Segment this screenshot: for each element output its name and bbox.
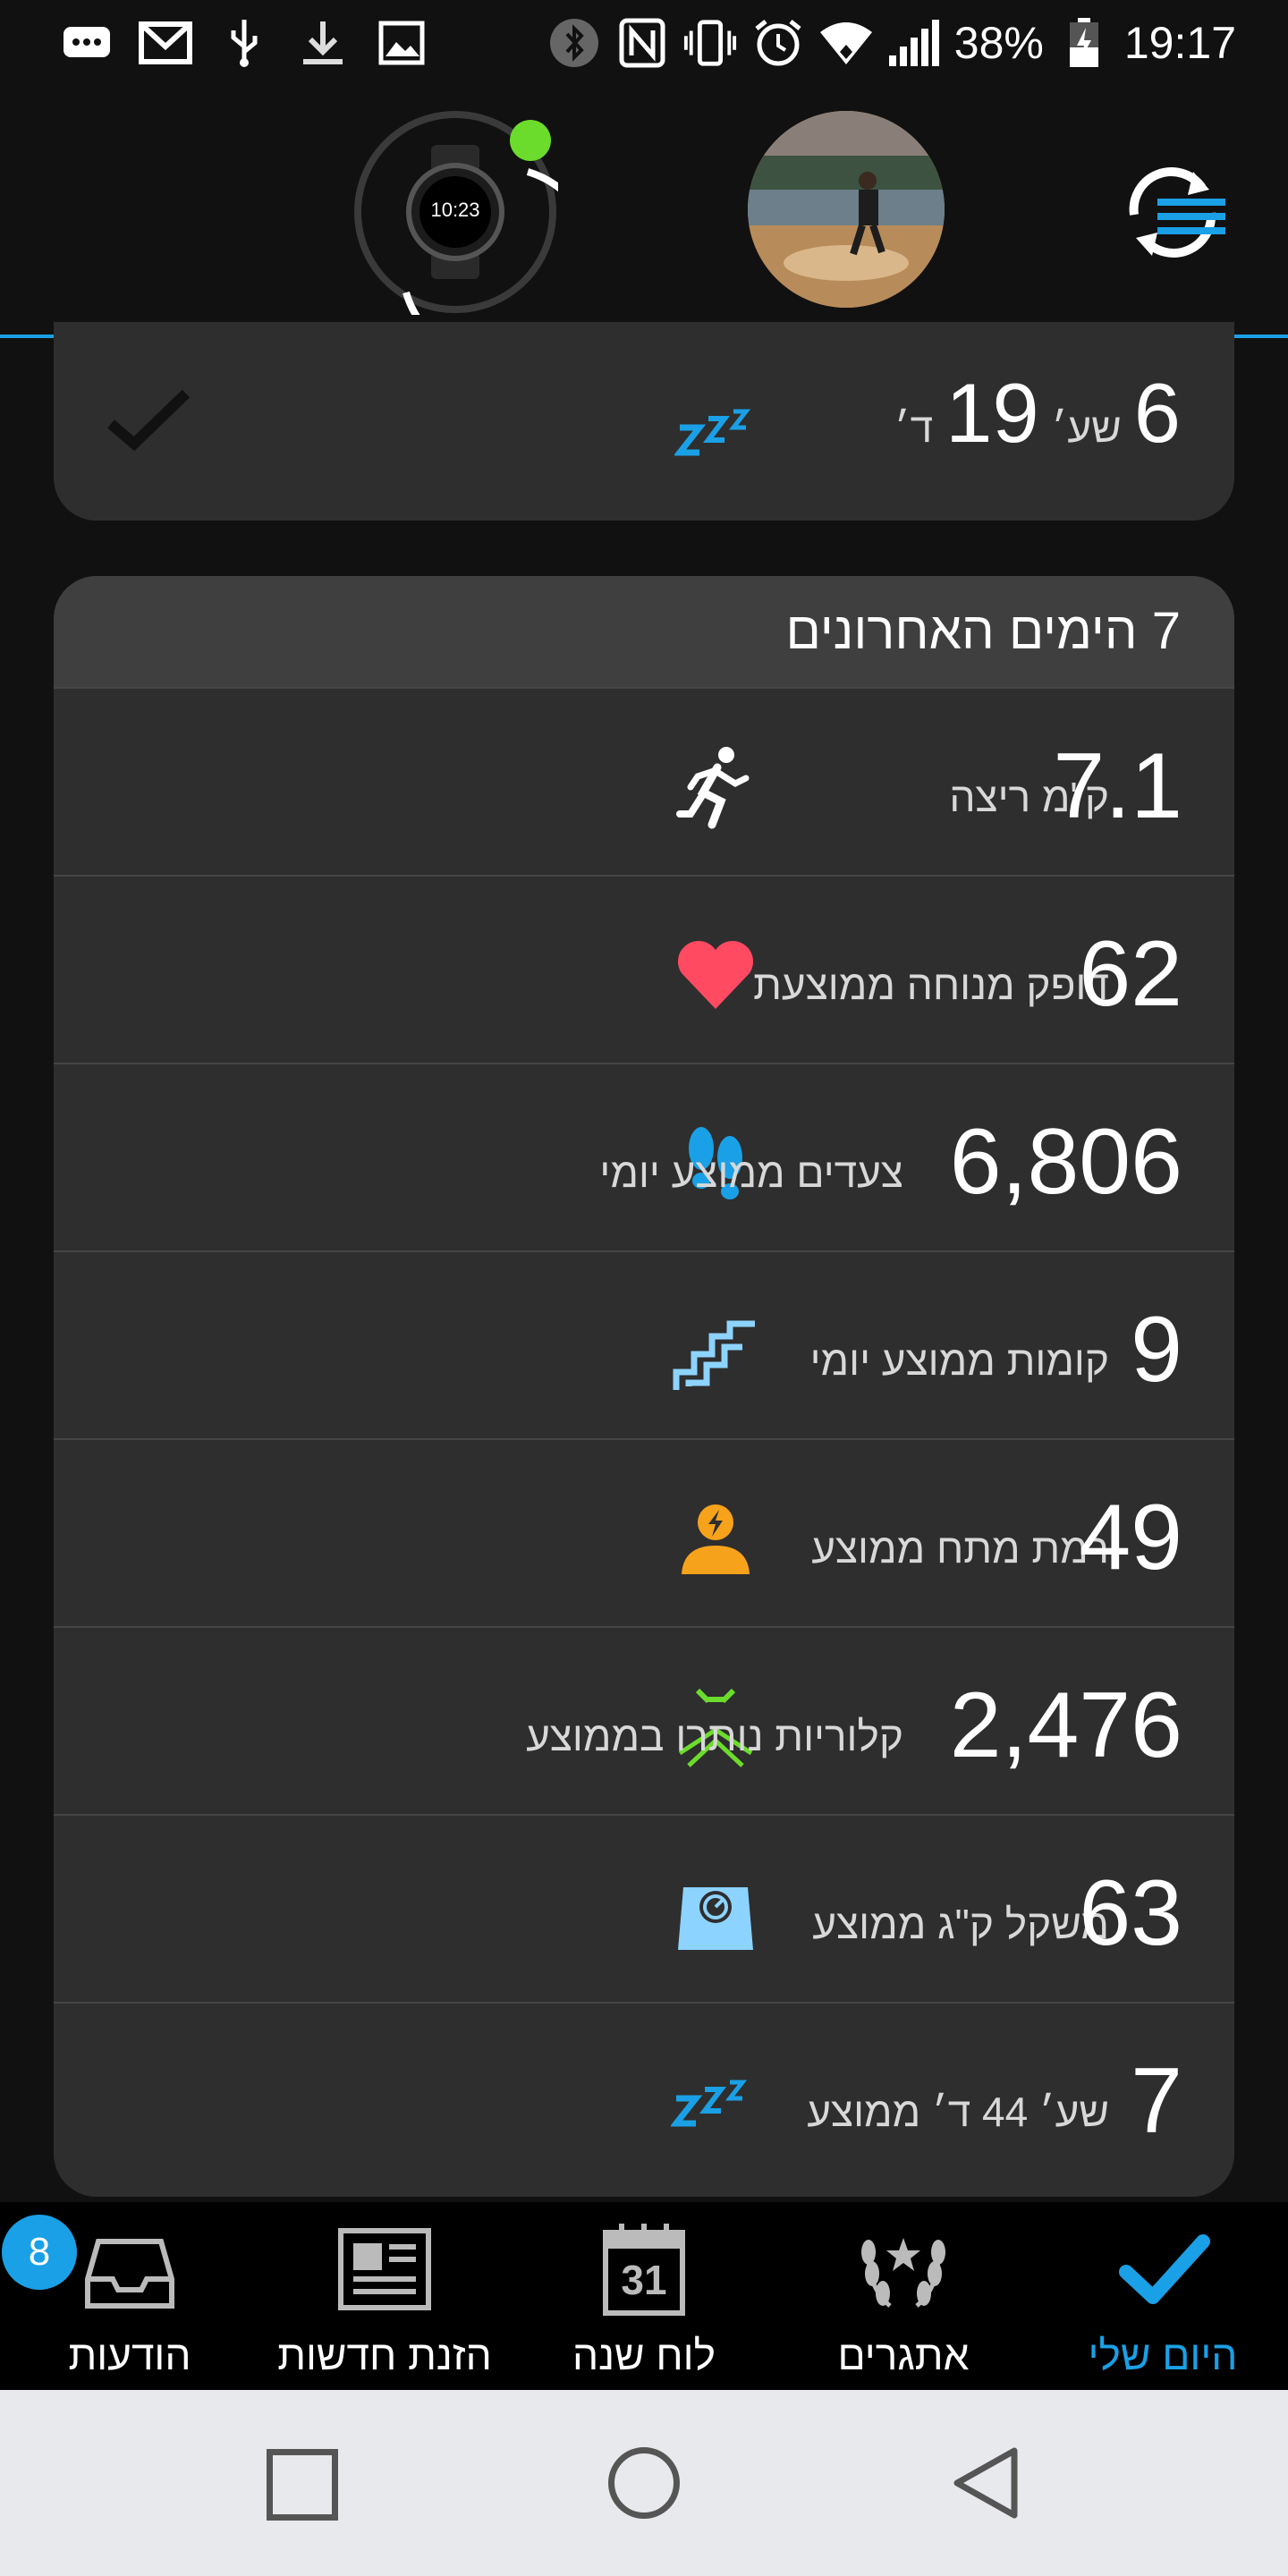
battery-charging-icon bbox=[1056, 18, 1112, 68]
stairs-icon bbox=[671, 1306, 760, 1395]
sleep-hours: 6 bbox=[1133, 366, 1181, 460]
running-icon bbox=[671, 742, 760, 832]
stat-value: 62 bbox=[1079, 922, 1182, 1026]
nav-label: הודעות bbox=[68, 2332, 191, 2378]
download-icon bbox=[295, 18, 351, 68]
stat-value: 6,806 bbox=[949, 1110, 1182, 1214]
sleep-minutes-unit: ד׳ bbox=[894, 404, 934, 451]
laurel-icon bbox=[854, 2220, 953, 2318]
last-7-days-card: 7 הימים האחרונים ק"מ ריצה 7.1 דופק מנוחה… bbox=[54, 576, 1234, 2197]
watch-face-time: 10:23 bbox=[430, 199, 480, 221]
stat-row-weight[interactable]: משקל ק"ג ממוצע 63 bbox=[54, 1814, 1234, 2002]
calendar-icon: 31 bbox=[595, 2220, 693, 2318]
wifi-icon bbox=[818, 18, 874, 68]
sleep-minutes: 19 bbox=[945, 366, 1039, 460]
stat-value: 49 bbox=[1079, 1486, 1182, 1589]
nav-label: הזנת חדשות bbox=[277, 2332, 492, 2378]
nav-label: היום שלי bbox=[1088, 2332, 1238, 2378]
system-status: 38% 19:17 bbox=[547, 16, 1236, 70]
stat-value: 7.1 bbox=[1053, 734, 1182, 838]
nav-label: לוח שנה bbox=[572, 2332, 716, 2378]
message-icon bbox=[59, 18, 114, 68]
signal-icon bbox=[886, 18, 942, 68]
stat-row-stress[interactable]: רמת מתח ממוצע 49 bbox=[54, 1438, 1234, 1626]
stat-value: 7 bbox=[1131, 2049, 1182, 2153]
stat-label: צעדים ממוצע יומי bbox=[599, 1149, 903, 1196]
check-icon bbox=[104, 385, 193, 456]
status-bar: 38% 19:17 bbox=[0, 0, 1288, 86]
nav-my-day[interactable]: היום שלי bbox=[1064, 2202, 1261, 2390]
card-header: 7 הימים האחרונים bbox=[54, 576, 1234, 687]
stat-row-sleep[interactable]: שע׳ 44 ד׳ ממוצע 7 bbox=[54, 2002, 1234, 2190]
clock: 19:17 bbox=[1123, 18, 1236, 68]
notification-icons bbox=[59, 16, 429, 70]
usb-icon bbox=[216, 18, 272, 68]
stat-value: 63 bbox=[1079, 1861, 1182, 1965]
stat-row-steps[interactable]: צעדים ממוצע יומי 6,806 bbox=[54, 1063, 1234, 1250]
stat-row-running[interactable]: ק"מ ריצה 7.1 bbox=[54, 687, 1234, 875]
stat-row-floors[interactable]: קומות ממוצע יומי 9 bbox=[54, 1250, 1234, 1438]
profile-avatar[interactable] bbox=[748, 111, 945, 308]
scale-icon bbox=[671, 1869, 760, 1959]
alarm-icon bbox=[750, 18, 806, 68]
bottom-navigation: הודעות 8 הזנת חדשות 31 לוח שנה אתגרים הי… bbox=[0, 2202, 1288, 2390]
gmail-icon bbox=[138, 18, 193, 68]
calendar-day: 31 bbox=[621, 2257, 667, 2303]
newsfeed-icon bbox=[335, 2220, 434, 2318]
image-icon bbox=[374, 18, 429, 68]
nav-notifications[interactable]: הודעות 8 bbox=[2, 2202, 224, 2390]
inbox-icon bbox=[80, 2220, 179, 2318]
stat-label: רמת מתח ממוצע bbox=[811, 1525, 1109, 1572]
nav-news-feed[interactable]: הזנת חדשות bbox=[268, 2202, 501, 2390]
stat-row-resting-heart-rate[interactable]: דופק מנוחה ממוצעת 62 bbox=[54, 875, 1234, 1063]
stat-label: קלוריות נותרו בממוצע bbox=[526, 1713, 903, 1759]
card-title: 7 הימים האחרונים bbox=[785, 602, 1181, 660]
sync-button[interactable] bbox=[1116, 163, 1233, 261]
back-button[interactable] bbox=[948, 2445, 1023, 2521]
notification-badge: 8 bbox=[2, 2215, 77, 2290]
vibrate-icon bbox=[682, 18, 738, 68]
device-button[interactable]: 10:23 bbox=[352, 109, 601, 367]
nav-calendar[interactable]: 31 לוח שנה bbox=[546, 2202, 742, 2390]
recent-apps-button[interactable] bbox=[267, 2449, 338, 2521]
bluetooth-icon bbox=[547, 18, 602, 68]
heart-icon bbox=[671, 930, 760, 1020]
sleep-icon bbox=[673, 408, 764, 462]
stat-label: קומות ממוצע יומי bbox=[809, 1337, 1109, 1384]
stat-value: 2,476 bbox=[949, 1674, 1182, 1777]
app-header: 10:23 bbox=[0, 86, 1288, 367]
connected-status-dot bbox=[510, 120, 551, 161]
stat-label: משקל ק"ג ממוצע bbox=[812, 1901, 1109, 1947]
stat-label: שע׳ 44 ד׳ ממוצע bbox=[807, 2089, 1109, 2135]
sleep-icon bbox=[669, 2057, 760, 2147]
nfc-icon bbox=[614, 18, 670, 68]
stress-icon bbox=[671, 1494, 760, 1583]
checkmark-icon bbox=[1114, 2220, 1212, 2318]
sleep-summary-card[interactable]: ד׳ 19 שע׳ 6 bbox=[54, 322, 1234, 521]
nav-label: אתגרים bbox=[837, 2332, 970, 2378]
stat-label: דופק מנוחה ממוצעת bbox=[753, 962, 1109, 1008]
stat-value: 9 bbox=[1131, 1298, 1182, 1402]
stat-row-calories[interactable]: קלוריות נותרו בממוצע 2,476 bbox=[54, 1626, 1234, 1814]
system-navigation-bar bbox=[0, 2390, 1288, 2576]
nav-challenges[interactable]: אתגרים bbox=[805, 2202, 1002, 2390]
sleep-duration: ד׳ 19 שע׳ 6 bbox=[894, 365, 1181, 462]
home-button[interactable] bbox=[608, 2447, 680, 2519]
battery-percent: 38% bbox=[953, 18, 1044, 68]
sleep-hours-unit: שע׳ bbox=[1051, 404, 1122, 451]
